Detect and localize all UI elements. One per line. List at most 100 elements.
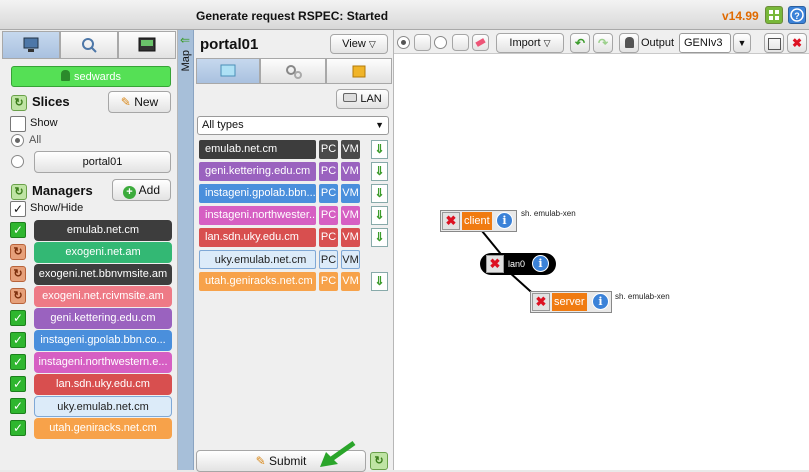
show-checkbox[interactable] bbox=[10, 116, 26, 132]
pc-button[interactable]: PC bbox=[319, 206, 338, 225]
lan-icon bbox=[343, 93, 358, 102]
tab-console[interactable] bbox=[118, 31, 176, 59]
import-dropdown[interactable]: Import ▽ bbox=[496, 33, 564, 53]
vm-button[interactable]: VM bbox=[341, 206, 360, 225]
tab-settings[interactable] bbox=[260, 58, 326, 84]
manager-checkbox[interactable]: ✓ bbox=[10, 420, 26, 436]
manager-button[interactable]: exogeni.net.rcivmsite.am bbox=[34, 286, 172, 307]
manager-button[interactable]: instageni.gpolab.bbn.co... bbox=[34, 330, 172, 351]
vm-button[interactable]: VM bbox=[341, 250, 360, 269]
lan-info-icon[interactable]: i bbox=[532, 255, 549, 272]
download-arrow-icon[interactable]: ⇓ bbox=[371, 206, 388, 225]
manager-resource-row[interactable]: uky.emulab.net.cm bbox=[199, 250, 316, 269]
add-manager-button[interactable]: + Add bbox=[112, 179, 171, 201]
manager-button[interactable]: geni.kettering.edu.cm bbox=[34, 308, 172, 329]
manager-refresh-icon[interactable]: ↻ bbox=[10, 288, 26, 304]
save-icon[interactable] bbox=[764, 33, 784, 53]
person-icon[interactable] bbox=[619, 33, 639, 53]
client-info-icon[interactable]: i bbox=[496, 212, 513, 229]
type-filter-select[interactable]: All types ▼ bbox=[197, 116, 389, 135]
lan-label: LAN bbox=[360, 93, 382, 105]
all-label: All bbox=[29, 134, 42, 146]
manager-button[interactable]: emulab.net.cm bbox=[34, 220, 172, 241]
pc-button[interactable]: PC bbox=[319, 184, 338, 203]
delete-client-icon[interactable]: ✖ bbox=[442, 212, 460, 230]
manager-refresh-icon[interactable]: ↻ bbox=[10, 266, 26, 282]
manager-checkbox[interactable]: ✓ bbox=[10, 398, 26, 414]
user-badge[interactable]: sedwards bbox=[11, 66, 171, 87]
tab-search[interactable] bbox=[60, 31, 118, 59]
download-arrow-icon[interactable]: ⇓ bbox=[371, 162, 388, 181]
pc-button[interactable]: PC bbox=[319, 140, 338, 159]
manager-resource-row[interactable]: utah.geniracks.net.cm bbox=[199, 272, 316, 291]
manager-checkbox[interactable]: ✓ bbox=[10, 376, 26, 392]
output-format-select[interactable]: GENIv3 bbox=[679, 33, 731, 53]
manager-resource-row[interactable]: instageni.gpolab.bbn.... bbox=[199, 184, 316, 203]
undo-icon[interactable]: ↶ bbox=[570, 33, 590, 53]
graph-mode-icon[interactable] bbox=[414, 34, 431, 51]
window-title: Generate request RSPEC: Started bbox=[196, 9, 389, 23]
pc-button[interactable]: PC bbox=[319, 162, 338, 181]
grid-icon[interactable] bbox=[765, 6, 783, 24]
manager-resource-row[interactable]: instageni.northwester... bbox=[199, 206, 316, 225]
manager-resource-row[interactable]: lan.sdn.uky.edu.cm bbox=[199, 228, 316, 247]
vm-button[interactable]: VM bbox=[341, 140, 360, 159]
vm-button[interactable]: VM bbox=[341, 272, 360, 291]
manager-button[interactable]: lan.sdn.uky.edu.cm bbox=[34, 374, 172, 395]
manager-checkbox[interactable]: ✓ bbox=[10, 222, 26, 238]
eraser-icon[interactable] bbox=[472, 34, 489, 51]
manager-button[interactable]: exogeni.net.am bbox=[34, 242, 172, 263]
manager-refresh-icon[interactable]: ↻ bbox=[10, 244, 26, 260]
dropdown-arrow-icon: ▼ bbox=[375, 120, 384, 130]
manager-resource-row[interactable]: emulab.net.cm bbox=[199, 140, 316, 159]
all-radio[interactable] bbox=[11, 134, 24, 147]
delete-lan-icon[interactable]: ✖ bbox=[486, 255, 504, 273]
list-icon[interactable] bbox=[452, 34, 469, 51]
refresh-managers-icon[interactable]: ↻ bbox=[11, 184, 27, 200]
pc-button[interactable]: PC bbox=[319, 228, 338, 247]
manager-checkbox[interactable]: ✓ bbox=[10, 310, 26, 326]
output-format-value: GENIv3 bbox=[684, 37, 723, 49]
select-mode-radio[interactable] bbox=[397, 36, 410, 49]
show-hide-checkbox[interactable]: ✓ bbox=[10, 201, 26, 217]
new-slice-button[interactable]: ✎ New bbox=[108, 91, 171, 113]
tab-nodes[interactable] bbox=[196, 58, 260, 84]
refresh-slices-icon[interactable]: ↻ bbox=[11, 95, 27, 111]
pc-button[interactable]: PC bbox=[319, 272, 338, 291]
slice-button-portal01[interactable]: portal01 bbox=[34, 151, 171, 173]
manager-button[interactable]: utah.geniracks.net.cm bbox=[34, 418, 172, 439]
download-arrow-icon[interactable]: ⇓ bbox=[371, 272, 388, 291]
refresh-icon[interactable]: ↻ bbox=[370, 452, 388, 470]
redo-icon[interactable]: ↷ bbox=[593, 33, 613, 53]
vm-button[interactable]: VM bbox=[341, 184, 360, 203]
manager-resource-row[interactable]: geni.kettering.edu.cm bbox=[199, 162, 316, 181]
lan-button[interactable]: LAN bbox=[336, 89, 389, 109]
map-tab[interactable] bbox=[178, 30, 194, 470]
delete-server-icon[interactable]: ✖ bbox=[532, 293, 550, 311]
tab-plugins[interactable] bbox=[326, 58, 392, 84]
download-arrow-icon[interactable]: ⇓ bbox=[371, 228, 388, 247]
manager-button[interactable]: uky.emulab.net.cm bbox=[34, 396, 172, 417]
vm-button[interactable]: VM bbox=[341, 228, 360, 247]
slice-radio[interactable] bbox=[11, 155, 24, 168]
collapse-arrow-icon[interactable]: ⇐ bbox=[180, 33, 190, 47]
clear-icon[interactable]: ✖ bbox=[787, 33, 807, 53]
server-image-label: sh. emulab-xen bbox=[615, 292, 670, 301]
download-arrow-icon[interactable]: ⇓ bbox=[371, 140, 388, 159]
output-dropdown-arrow[interactable]: ▼ bbox=[733, 33, 751, 53]
manager-button[interactable]: exogeni.net.bbnvmsite.am bbox=[34, 264, 172, 285]
pencil-icon: ✎ bbox=[120, 95, 131, 109]
show-hide-label: Show/Hide bbox=[30, 202, 84, 214]
list-mode-radio[interactable] bbox=[434, 36, 447, 49]
add-label: Add bbox=[138, 183, 161, 197]
manager-checkbox[interactable]: ✓ bbox=[10, 332, 26, 348]
tab-slices[interactable] bbox=[2, 31, 60, 59]
manager-button[interactable]: instageni.northwestern.e... bbox=[34, 352, 172, 373]
download-arrow-icon[interactable]: ⇓ bbox=[371, 184, 388, 203]
view-dropdown[interactable]: View ▽ bbox=[330, 34, 388, 54]
server-info-icon[interactable]: i bbox=[592, 293, 609, 310]
pc-button[interactable]: PC bbox=[319, 250, 338, 269]
manager-checkbox[interactable]: ✓ bbox=[10, 354, 26, 370]
vm-button[interactable]: VM bbox=[341, 162, 360, 181]
help-icon[interactable]: ? bbox=[788, 6, 806, 24]
